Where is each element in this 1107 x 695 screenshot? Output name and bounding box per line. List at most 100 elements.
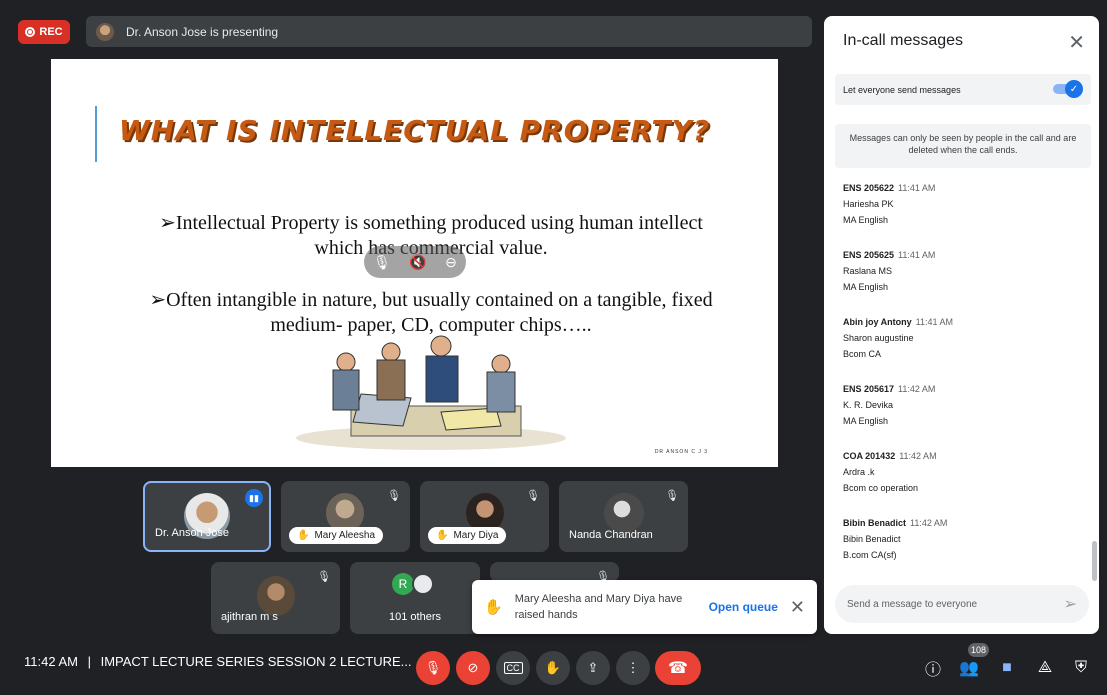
activities-icon: ⟁ xyxy=(1037,659,1053,676)
mic-off-icon[interactable]: 🎙 xyxy=(373,254,391,271)
message-sender: ENS 205625 xyxy=(843,250,895,260)
in-call-messages-panel: In-call messages ✕ Let everyone send mes… xyxy=(824,16,1099,634)
info-icon[interactable]: ⓘ xyxy=(922,657,944,679)
hand-icon: ✋ xyxy=(297,530,310,541)
message-sender: ENS 205622 xyxy=(843,183,895,193)
message-time: 11:41 AM xyxy=(898,183,936,193)
chat-button[interactable]: ■ xyxy=(996,657,1018,679)
toggle-label: Let everyone send messages xyxy=(843,84,961,95)
send-messages-toggle[interactable]: ✓ xyxy=(1053,80,1083,98)
message-input-placeholder: Send a message to everyone xyxy=(847,598,978,610)
participant-name: Nanda Chandran xyxy=(569,529,653,541)
mic-off-icon: 🎙 xyxy=(387,490,401,502)
message-item: ENS 205622 11:41 AM Hariesha PK MA English xyxy=(843,180,1083,247)
message-line: K. R. Devika xyxy=(843,400,894,410)
message-line: Bcom co operation xyxy=(843,483,919,493)
message-input[interactable]: Send a message to everyone ➢ xyxy=(835,585,1089,623)
people-button[interactable]: 👥 xyxy=(958,657,980,679)
message-line: Sharon augustine xyxy=(843,333,914,343)
message-list[interactable]: ENS 205622 11:41 AM Hariesha PK MA English … xyxy=(843,180,1083,582)
end-call-icon: ☎ xyxy=(668,660,688,677)
hand-icon: ✋ xyxy=(436,530,449,541)
volume-off-icon[interactable]: 🔇 xyxy=(409,254,426,271)
send-messages-setting: Let everyone send messages ✓ xyxy=(835,74,1091,105)
recording-badge: REC xyxy=(18,20,70,44)
mic-off-icon: 🎙 xyxy=(317,571,331,583)
message-line: Ardra .k xyxy=(843,467,875,477)
presenting-text: Dr. Anson Jose is presenting xyxy=(126,24,279,39)
participant-name: ajithran m s xyxy=(221,611,278,623)
slide-bullet-2-line-2: medium- paper, CD, computer chips….. xyxy=(270,314,592,336)
presenting-banner[interactable]: Dr. Anson Jose is presenting xyxy=(86,16,812,47)
messages-info: Messages can only be seen by people in t… xyxy=(835,124,1091,168)
participant-tile-others[interactable]: R 101 others xyxy=(350,562,480,634)
people-count-badge: 108 xyxy=(968,643,990,657)
close-panel-icon[interactable]: ✕ xyxy=(1068,30,1085,55)
recording-label: REC xyxy=(39,26,63,38)
leave-call-button[interactable]: ☎ xyxy=(655,651,701,685)
open-queue-button[interactable]: Open queue xyxy=(709,600,778,614)
message-sender: ENS 205617 xyxy=(843,384,895,394)
camera-off-icon: ⊘ xyxy=(467,660,479,675)
participant-tile-mary-aleesha[interactable]: 🎙 ✋ Mary Aleesha xyxy=(281,481,410,552)
participant-tile-anson[interactable]: ▮▮ Dr. Anson Jose xyxy=(143,481,271,552)
participant-tile-hidden[interactable]: 🎙 xyxy=(490,562,619,582)
chat-icon: ■ xyxy=(1002,659,1012,676)
participant-tile-mary-diya[interactable]: 🎙 ✋ Mary Diya xyxy=(420,481,549,552)
present-button[interactable]: ⇪ xyxy=(576,651,610,685)
slide-bullet-2: ➢Often intangible in nature, but usually… xyxy=(111,288,751,338)
slide-bullet-1-line-1: ➢Intellectual Property is something prod… xyxy=(159,212,703,234)
captions-button[interactable]: CC xyxy=(496,651,530,685)
message-line: Bibin Benadict xyxy=(843,534,901,544)
lock-shield-icon: ⛨ xyxy=(1074,659,1087,676)
raised-hand-chip: ✋ Mary Diya xyxy=(428,527,507,544)
avatar: R xyxy=(392,573,414,595)
raised-hands-notification: ✋ Mary Aleesha and Mary Diya have raised… xyxy=(472,580,817,634)
message-sender: COA 201432 xyxy=(843,451,896,461)
close-icon[interactable]: ✕ xyxy=(790,597,805,618)
presentation-controls: 🎙 🔇 ⊖ xyxy=(364,246,466,278)
people-icon: 👥 xyxy=(959,660,979,677)
participant-tile-nanda[interactable]: 🎙 Nanda Chandran xyxy=(559,481,688,552)
message-time: 11:42 AM xyxy=(899,451,937,461)
mic-toggle-button[interactable]: 🎙 xyxy=(416,651,450,685)
clock: 11:42 AM xyxy=(24,654,78,669)
message-time: 11:42 AM xyxy=(910,518,948,528)
message-time: 11:42 AM xyxy=(898,384,936,394)
presenter-avatar xyxy=(96,22,114,41)
hand-icon: ✋ xyxy=(544,660,562,675)
slide-title: WHAT IS INTELLECTUAL PROPERTY? xyxy=(118,114,711,147)
present-icon: ⇪ xyxy=(587,660,599,675)
captions-icon: CC xyxy=(503,662,523,674)
host-controls-button[interactable]: ⛨ xyxy=(1070,657,1092,679)
office-workers-clipart xyxy=(296,335,566,450)
slide-footer: DR ANSON C J 3 xyxy=(654,449,708,455)
participant-name: 101 others xyxy=(389,611,441,623)
remove-icon[interactable]: ⊖ xyxy=(445,254,457,271)
participant-name: Dr. Anson Jose xyxy=(155,527,229,539)
message-line: Bcom CA xyxy=(843,349,882,359)
raise-hand-button[interactable]: ✋ xyxy=(536,651,570,685)
message-line: Hariesha PK xyxy=(843,199,894,209)
check-icon: ✓ xyxy=(1065,80,1083,98)
participant-name: Mary Diya xyxy=(453,530,499,541)
message-time: 11:41 AM xyxy=(898,250,936,260)
panel-title: In-call messages xyxy=(843,32,964,49)
message-time: 11:41 AM xyxy=(915,317,954,327)
slide-bullet-2-line-1: ➢Often intangible in nature, but usually… xyxy=(149,289,713,311)
meeting-details[interactable]: 11:42 AM | IMPACT LECTURE SERIES SESSION… xyxy=(24,654,411,669)
mic-off-icon: 🎙 xyxy=(526,490,540,502)
mic-off-icon: 🎙 xyxy=(665,490,679,502)
scrollbar[interactable] xyxy=(1092,541,1097,581)
notification-text: Mary Aleesha and Mary Diya have raised h… xyxy=(514,593,683,621)
more-vertical-icon: ⋮ xyxy=(626,660,640,675)
camera-toggle-button[interactable]: ⊘ xyxy=(456,651,490,685)
more-options-button[interactable]: ⋮ xyxy=(616,651,650,685)
separator: | xyxy=(87,654,91,669)
message-line: MA English xyxy=(843,416,889,426)
activities-button[interactable]: ⟁ xyxy=(1034,657,1056,679)
participant-tile-ajithran[interactable]: 🎙 ajithran m s xyxy=(211,562,340,634)
message-sender: Abin joy Antony xyxy=(843,317,912,327)
send-icon[interactable]: ➢ xyxy=(1064,594,1077,614)
message-line: MA English xyxy=(843,215,889,225)
